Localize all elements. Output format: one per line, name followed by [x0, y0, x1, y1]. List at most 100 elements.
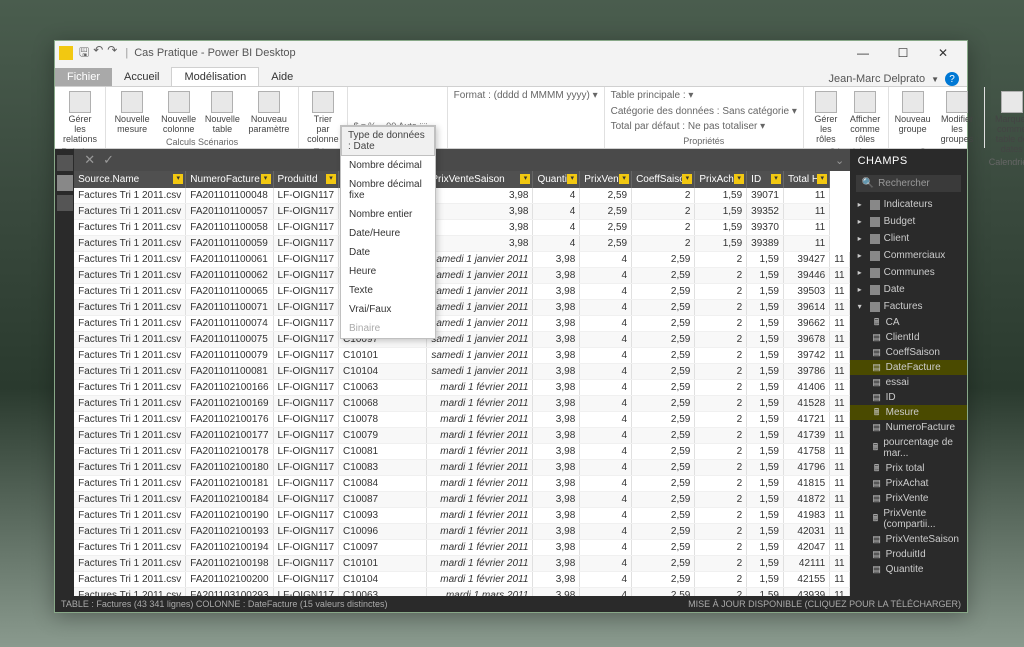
field-item[interactable]: ▤PrixVente [850, 491, 967, 506]
field-item[interactable]: ▤ID [850, 390, 967, 405]
formula-input[interactable] [124, 151, 830, 169]
table-row[interactable]: Factures Tri 1 2011.csvFA201102100178LF-… [74, 444, 849, 460]
datatype-option[interactable]: Vrai/Faux [341, 300, 435, 319]
column-header[interactable]: Quantite▾ [533, 171, 580, 188]
field-item[interactable]: ▤Quantite [850, 562, 967, 577]
field-item[interactable]: 🖩Mesure [850, 405, 967, 420]
tab-help[interactable]: Aide [259, 68, 305, 86]
table-row[interactable]: Factures Tri 1 2011.csvFA201102100198LF-… [74, 556, 849, 572]
table-row[interactable]: Factures Tri 1 2011.csvFA201102100166LF-… [74, 380, 849, 396]
category-row[interactable]: Catégorie des données : Sans catégorie ▾ [611, 105, 797, 118]
table-row[interactable]: Factures Tri 1 2011.csvFA201101100062LF-… [74, 268, 849, 284]
datatype-option[interactable]: Texte [341, 281, 435, 300]
column-header[interactable]: PrixVente▾ [580, 171, 632, 188]
field-item[interactable]: ▤essai [850, 375, 967, 390]
table-row[interactable]: Factures Tri 1 2011.csvFA201101100081LF-… [74, 364, 849, 380]
field-item[interactable]: 🖩PrixVente (compartii... [850, 506, 967, 532]
field-item[interactable]: ▤ClientId [850, 330, 967, 345]
table-row[interactable]: Factures Tri 1 2011.csvFA201101100058LF-… [74, 220, 849, 236]
datatype-dropdown-header[interactable]: Type de données : Date [341, 126, 435, 156]
table-row[interactable]: Factures Tri 1 2011.csvFA201101100048LF-… [74, 188, 849, 204]
report-view-icon[interactable] [57, 155, 73, 171]
field-table[interactable]: ▸Communes [850, 264, 967, 281]
tab-home[interactable]: Accueil [112, 68, 171, 86]
field-item[interactable]: ▤ProduitId [850, 547, 967, 562]
table-row[interactable]: Factures Tri 1 2011.csvFA201101100059LF-… [74, 236, 849, 252]
filter-icon[interactable]: ▾ [173, 174, 183, 184]
new-table-button[interactable]: Nouvelle table [203, 89, 242, 137]
undo-icon[interactable]: ↶ [93, 43, 103, 64]
field-item[interactable]: 🖩Prix total [850, 461, 967, 476]
new-group-button[interactable]: Nouveau groupe [893, 89, 932, 147]
datatype-option[interactable]: Date [341, 243, 435, 262]
tab-file[interactable]: Fichier [55, 68, 112, 86]
table-row[interactable]: Factures Tri 1 2011.csvFA201101100079LF-… [74, 348, 849, 364]
field-item[interactable]: ▤DateFacture [850, 360, 967, 375]
table-row[interactable]: Factures Tri 1 2011.csvFA201102100194LF-… [74, 540, 849, 556]
table-row[interactable]: Factures Tri 1 2011.csvFA201101100057LF-… [74, 204, 849, 220]
view-as-roles-button[interactable]: Afficher comme rôles [846, 89, 884, 147]
datatype-option[interactable]: Heure [341, 262, 435, 281]
cancel-formula-icon[interactable]: ✕ [84, 152, 95, 168]
mark-date-table-button[interactable]: Marquer comme table de dates [989, 89, 1024, 157]
close-button[interactable]: ✕ [923, 41, 963, 65]
help-icon[interactable]: ? [945, 72, 959, 86]
table-row[interactable]: Factures Tri 1 2011.csvFA201102100184LF-… [74, 492, 849, 508]
column-header[interactable]: ID▾ [747, 171, 784, 188]
filter-icon[interactable]: ▾ [734, 174, 744, 184]
column-header[interactable]: ProduitId▾ [273, 171, 339, 188]
table-main-row[interactable]: Table principale : ▾ [611, 89, 797, 102]
new-column-button[interactable]: Nouvelle colonne [156, 89, 201, 137]
table-row[interactable]: Factures Tri 1 2011.csvFA201101100071LF-… [74, 300, 849, 316]
field-table[interactable]: ▸Date [850, 281, 967, 298]
fields-search[interactable]: 🔍 Rechercher [856, 175, 961, 192]
table-row[interactable]: Factures Tri 1 2011.csvFA201101100065LF-… [74, 284, 849, 300]
field-table[interactable]: ▸Client [850, 230, 967, 247]
column-header[interactable]: Source.Name▾ [74, 171, 186, 188]
field-item[interactable]: ▤NumeroFacture [850, 420, 967, 435]
table-row[interactable]: Factures Tri 1 2011.csvFA201101100075LF-… [74, 332, 849, 348]
table-row[interactable]: Factures Tri 1 2011.csvFA201102100180LF-… [74, 460, 849, 476]
filter-icon[interactable]: ▾ [567, 174, 577, 184]
table-row[interactable]: Factures Tri 1 2011.csvFA201102100177LF-… [74, 428, 849, 444]
table-row[interactable]: Factures Tri 1 2011.csvFA201102100169LF-… [74, 396, 849, 412]
table-row[interactable]: Factures Tri 1 2011.csvFA201102100200LF-… [74, 572, 849, 588]
field-table-expanded[interactable]: ▾Factures [850, 298, 967, 315]
table-row[interactable]: Factures Tri 1 2011.csvFA201101100061LF-… [74, 252, 849, 268]
datatype-option[interactable]: Nombre entier [341, 205, 435, 224]
filter-icon[interactable]: ▾ [682, 174, 692, 184]
filter-icon[interactable]: ▾ [817, 174, 827, 184]
status-right[interactable]: MISE À JOUR DISPONIBLE (CLIQUEZ POUR LA … [688, 599, 961, 609]
filter-icon[interactable]: ▾ [771, 174, 781, 184]
field-table[interactable]: ▸Budget [850, 213, 967, 230]
filter-icon[interactable]: ▾ [326, 174, 336, 184]
field-table[interactable]: ▸Commerciaux [850, 247, 967, 264]
new-parameter-button[interactable]: Nouveau paramètre [244, 89, 295, 137]
format-row[interactable]: Format : (dddd d MMMM yyyy) ▾ [454, 89, 598, 102]
user-dropdown-icon[interactable]: ▼ [931, 75, 939, 84]
column-header[interactable]: CoeffSaison▾ [632, 171, 695, 188]
column-header[interactable]: PrixVenteSaison▾ [427, 171, 533, 188]
manage-roles-button[interactable]: Gérer les rôles [808, 89, 844, 147]
total-row[interactable]: Total par défaut : Ne pas totaliser ▾ [611, 120, 797, 133]
minimize-button[interactable]: — [843, 41, 883, 65]
data-grid[interactable]: Source.Name▾NumeroFacture▾ProduitId▾Date… [74, 171, 850, 596]
field-item[interactable]: 🖩CA [850, 315, 967, 330]
field-item[interactable]: ▤PrixAchat [850, 476, 967, 491]
datatype-option[interactable]: Nombre décimal fixe [341, 175, 435, 205]
filter-icon[interactable]: ▾ [261, 174, 271, 184]
field-table[interactable]: ▸Indicateurs [850, 196, 967, 213]
table-row[interactable]: Factures Tri 1 2011.csvFA201101100074LF-… [74, 316, 849, 332]
tab-modeling[interactable]: Modélisation [171, 67, 259, 86]
datatype-option[interactable]: Date/Heure [341, 224, 435, 243]
field-item[interactable]: 🖩pourcentage de mar... [850, 435, 967, 461]
filter-icon[interactable]: ▾ [520, 174, 530, 184]
column-header[interactable]: PrixAchat▾ [695, 171, 747, 188]
data-view-icon[interactable] [57, 175, 73, 191]
maximize-button[interactable]: ☐ [883, 41, 923, 65]
redo-icon[interactable]: ↷ [107, 43, 117, 64]
table-row[interactable]: Factures Tri 1 2011.csvFA201102100190LF-… [74, 508, 849, 524]
field-item[interactable]: ▤CoeffSaison [850, 345, 967, 360]
table-row[interactable]: Factures Tri 1 2011.csvFA201102100181LF-… [74, 476, 849, 492]
confirm-formula-icon[interactable]: ✓ [103, 152, 114, 168]
